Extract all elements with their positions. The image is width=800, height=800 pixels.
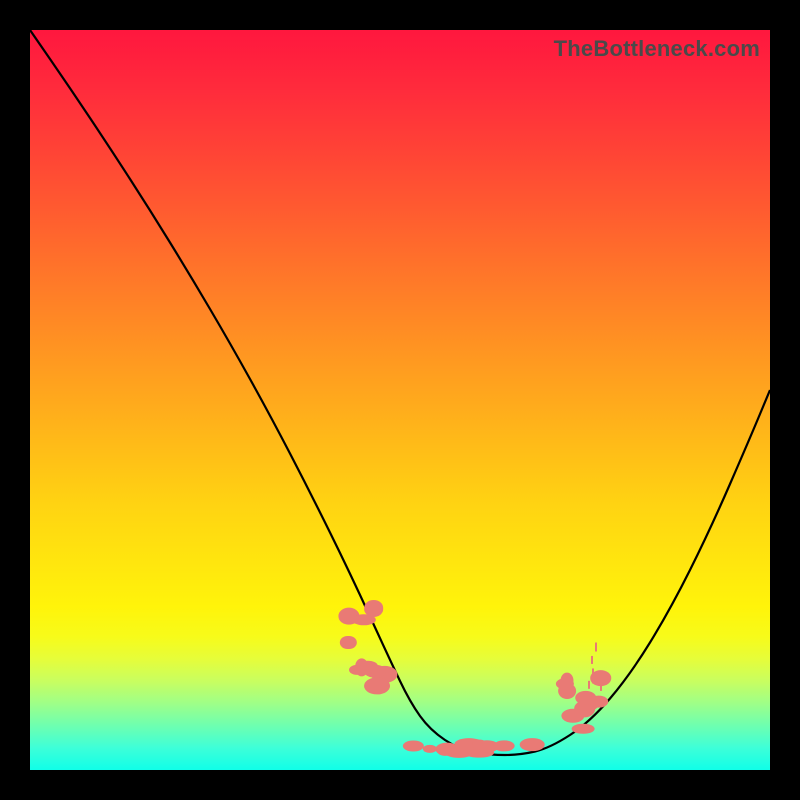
marker-blob: [435, 743, 458, 756]
marker-tick: [591, 656, 593, 664]
marker-tick: [595, 642, 597, 651]
marker-tick: [600, 685, 602, 691]
marker-tick: [592, 668, 594, 683]
curve-svg: [30, 30, 770, 770]
marker-blob: [364, 677, 390, 694]
marker-tick: [588, 680, 590, 688]
marker-blob: [494, 740, 515, 751]
chart-frame: TheBottleneck.com: [30, 30, 770, 770]
marker-blob: [520, 738, 545, 752]
marker-blob: [589, 695, 609, 708]
marker-blob: [472, 739, 488, 750]
bottleneck-curve: [30, 30, 770, 755]
marker-tick: [598, 673, 600, 685]
